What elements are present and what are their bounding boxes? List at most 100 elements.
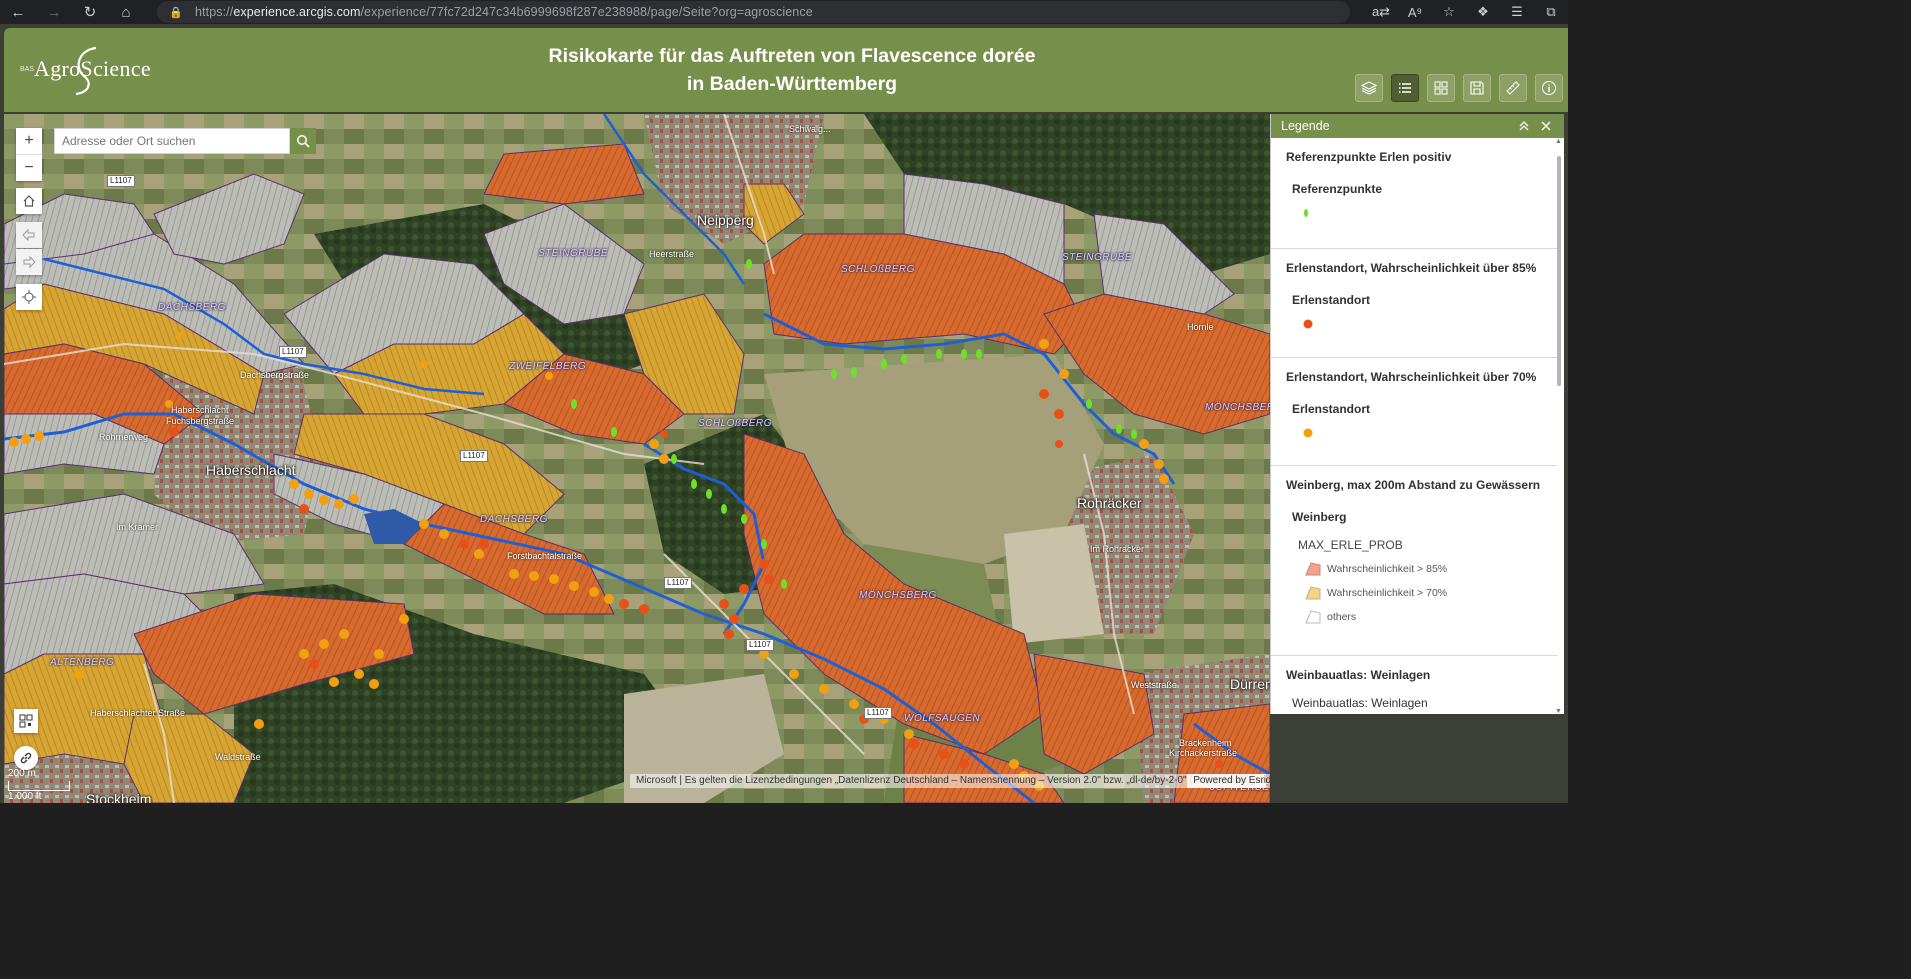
legend-section-title: Referenzpunkte Erlen positiv xyxy=(1286,150,1452,164)
basemap-gallery-button[interactable] xyxy=(1427,74,1455,102)
street-hoernle: Hörnle xyxy=(1187,322,1214,332)
map-toolbar xyxy=(1355,74,1571,102)
street-heerstrasse: Heerstraße xyxy=(649,249,695,259)
scale-bar: 200 m 1.000 ft xyxy=(8,768,70,802)
street-haberschlacht: Haberschlacht xyxy=(171,405,229,415)
map-attribution: Microsoft | Es gelten die Lizenzbedingun… xyxy=(630,774,1270,788)
layers-button[interactable] xyxy=(1355,74,1383,102)
scroll-down-icon[interactable]: ▼ xyxy=(1555,708,1563,716)
legend-section-alder-85: Erlenstandort, Wahrscheinlichkeit über 8… xyxy=(1271,249,1557,358)
collections-icon[interactable]: ⧉ xyxy=(1534,4,1568,20)
reload-icon[interactable]: ↻ xyxy=(72,0,108,24)
street-kirchackerstrasse: Kirchackerstraße xyxy=(1169,748,1238,758)
next-extent-button[interactable] xyxy=(16,249,42,275)
translate-icon[interactable]: a⇄ xyxy=(1364,4,1398,20)
home-icon[interactable]: ⌂ xyxy=(108,0,144,24)
legend-section-weinlagen: Weinbauatlas: Weinlagen Weinbauatlas: We… xyxy=(1271,656,1557,714)
scroll-up-icon[interactable]: ▲ xyxy=(1555,138,1563,146)
road-shield-l1107: L1107 xyxy=(279,346,307,358)
street-haberschlachter-strasse: Haberschlachter Straße xyxy=(90,708,186,718)
zoom-out-button[interactable]: − xyxy=(16,155,42,181)
search-icon xyxy=(297,135,310,148)
legend-scrollbar[interactable]: ▲ ▼ xyxy=(1555,138,1562,715)
legend-section-alder-70: Erlenstandort, Wahrscheinlichkeit über 7… xyxy=(1271,358,1557,466)
basemap-grid-icon xyxy=(1434,81,1448,95)
arrow-left-icon xyxy=(22,228,35,242)
info-icon xyxy=(1542,81,1556,95)
agroscience-logo: BAS AgroScience xyxy=(18,46,158,96)
page-title: Risikokarte für das Auftreten von Flaves… xyxy=(474,42,1110,98)
zoom-in-button[interactable]: + xyxy=(16,128,42,154)
legend-symbol-red-point xyxy=(1302,317,1557,337)
close-panel-button[interactable] xyxy=(1538,118,1554,134)
home-extent-button[interactable] xyxy=(16,188,42,214)
map-view[interactable]: Neipperg Haberschlacht Rohräcker Stockhe… xyxy=(4,114,1270,803)
collapse-panel-button[interactable] xyxy=(1516,118,1532,134)
legend-button[interactable] xyxy=(1391,74,1419,102)
share-link-button[interactable] xyxy=(14,746,38,770)
legend-layer-label: Erlenstandort xyxy=(1292,402,1371,416)
powered-by-esri-link[interactable]: Powered by Esri xyxy=(1187,774,1266,788)
back-icon[interactable]: ← xyxy=(0,0,36,24)
vineyard-schlossberg-center: SCHLOßBERG xyxy=(698,418,772,429)
legend-title: Legende xyxy=(1281,119,1330,133)
save-button[interactable] xyxy=(1463,74,1491,102)
logo-prefix: BAS xyxy=(20,66,35,73)
app-frame: BAS AgroScience Risikokarte für das Auft… xyxy=(0,24,1568,803)
road-shield-l1107: L1107 xyxy=(460,450,488,462)
legend-layer-label: Erlenstandort xyxy=(1292,293,1371,307)
qr-code-icon xyxy=(19,714,33,728)
swatch-medium-risk xyxy=(1305,586,1321,600)
vineyard-schlossberg-north: SCHLOßBERG xyxy=(841,264,915,275)
scale-metric-label: 200 m xyxy=(8,768,36,779)
legend-layer-label: Weinberg xyxy=(1292,510,1347,524)
scroll-thumb[interactable] xyxy=(1557,156,1561,386)
attribution-text: Microsoft | Es gelten die Lizenzbedingun… xyxy=(636,775,1270,786)
measure-icon xyxy=(1506,81,1520,95)
scale-imperial-label: 1.000 ft xyxy=(8,791,42,802)
vineyard-altenberg: ALTENBERG xyxy=(50,657,115,668)
place-stockheim: Stockheim xyxy=(86,791,152,803)
layers-icon xyxy=(1361,81,1377,95)
arrow-right-icon xyxy=(23,255,36,269)
read-aloud-icon[interactable]: A⁹ xyxy=(1398,5,1432,20)
search-button[interactable] xyxy=(290,128,316,154)
favorites-icon[interactable]: ☰ xyxy=(1500,4,1534,20)
link-icon xyxy=(20,752,32,764)
street-forstbachtalstrasse: Forstbachtalstraße xyxy=(507,551,583,561)
previous-extent-button[interactable] xyxy=(16,222,42,248)
place-duerren: Dürren xyxy=(1230,676,1270,692)
address-bar[interactable]: 🔒 https://experience.arcgis.com/experien… xyxy=(157,1,1350,23)
lock-icon: 🔒 xyxy=(169,7,183,19)
favorite-star-icon[interactable]: ☆ xyxy=(1432,4,1466,20)
road-shield-l1107: L1107 xyxy=(107,175,135,187)
legend-section-title: Weinberg, max 200m Abstand zu Gewässern xyxy=(1286,478,1541,492)
info-button[interactable] xyxy=(1535,74,1563,102)
measure-button[interactable] xyxy=(1499,74,1527,102)
legend-header: Legende xyxy=(1271,114,1564,138)
place-neipperg: Neipperg xyxy=(697,212,754,228)
home-icon xyxy=(23,195,35,207)
search-widget xyxy=(54,128,316,154)
extensions-icon[interactable]: ❖ xyxy=(1466,4,1500,20)
legend-section-reference-points: Referenzpunkte Erlen positiv Referenzpun… xyxy=(1271,138,1557,249)
locate-button[interactable] xyxy=(16,284,42,310)
vineyard-moenchsberg-center: MÖNCHSBERG xyxy=(859,590,937,601)
search-input[interactable] xyxy=(54,128,290,154)
forward-icon[interactable]: → xyxy=(36,0,72,24)
legend-list-icon xyxy=(1399,83,1411,93)
qr-code-button[interactable] xyxy=(14,709,38,733)
legend-class-medium: Wahrscheinlichkeit > 70% xyxy=(1305,586,1557,600)
legend-class-label: others xyxy=(1327,611,1357,623)
legend-symbol-orange-point xyxy=(1302,426,1557,446)
vineyard-moenchsberg-east: MÖNCHSBERG xyxy=(1205,402,1270,413)
place-haberschlacht: Haberschlacht xyxy=(206,462,296,478)
legend-class-label: Wahrscheinlichkeit > 70% xyxy=(1327,587,1448,599)
vineyard-wolfsaugen: WOLFSAUGEN xyxy=(904,713,981,724)
title-line-1: Risikokarte für das Auftreten von Flaves… xyxy=(548,45,1036,67)
save-icon xyxy=(1470,81,1484,95)
street-schwaigern: Schwaig... xyxy=(789,124,831,134)
legend-body[interactable]: Referenzpunkte Erlen positiv Referenzpun… xyxy=(1271,138,1557,714)
legend-layer-label: Referenzpunkte xyxy=(1292,182,1383,196)
legend-section-title: Erlenstandort, Wahrscheinlichkeit über 7… xyxy=(1286,370,1537,384)
